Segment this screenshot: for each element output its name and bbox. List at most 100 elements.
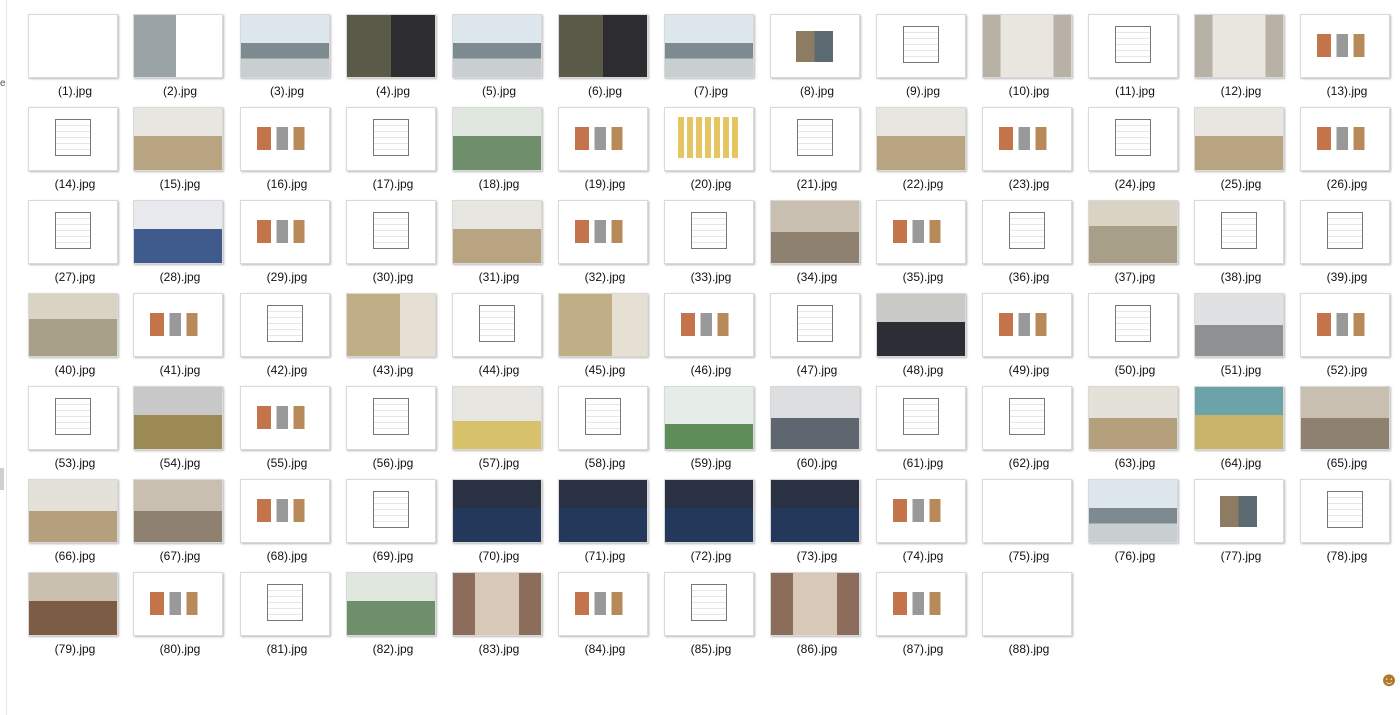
file-thumbnail[interactable] (28, 200, 118, 264)
file-thumbnail[interactable] (1300, 14, 1390, 78)
file-thumbnail[interactable] (452, 14, 542, 78)
file-name-label[interactable]: (33).jpg (658, 270, 764, 284)
file-thumbnail[interactable] (1088, 200, 1178, 264)
file-name-label[interactable]: (8).jpg (764, 84, 870, 98)
file-name-label[interactable]: (27).jpg (22, 270, 128, 284)
file-thumbnail[interactable] (558, 293, 648, 357)
file-item[interactable]: (76).jpg (1086, 479, 1190, 571)
file-thumbnail[interactable] (452, 386, 542, 450)
file-name-label[interactable]: (72).jpg (658, 549, 764, 563)
file-thumbnail[interactable] (770, 293, 860, 357)
file-item[interactable]: (8).jpg (768, 14, 872, 106)
file-thumbnail[interactable] (876, 479, 966, 543)
file-name-label[interactable]: (11).jpg (1082, 84, 1188, 98)
file-item[interactable]: (66).jpg (26, 479, 130, 571)
file-thumbnail[interactable] (133, 200, 223, 264)
file-thumbnail[interactable] (1300, 107, 1390, 171)
file-name-label[interactable]: (65).jpg (1294, 456, 1400, 470)
file-item[interactable]: (47).jpg (768, 293, 872, 385)
file-item[interactable]: (50).jpg (1086, 293, 1190, 385)
file-name-label[interactable]: (88).jpg (976, 642, 1082, 656)
file-item[interactable]: (68).jpg (238, 479, 342, 571)
file-thumbnail[interactable] (770, 14, 860, 78)
file-thumbnail[interactable] (1300, 293, 1390, 357)
file-item[interactable]: (35).jpg (874, 200, 978, 292)
file-item[interactable]: (59).jpg (662, 386, 766, 478)
file-thumbnail[interactable] (558, 479, 648, 543)
file-thumbnail[interactable] (770, 200, 860, 264)
file-name-label[interactable]: (2).jpg (127, 84, 233, 98)
file-name-label[interactable]: (6).jpg (552, 84, 658, 98)
file-name-label[interactable]: (55).jpg (234, 456, 340, 470)
file-item[interactable]: (3).jpg (238, 14, 342, 106)
file-name-label[interactable]: (79).jpg (22, 642, 128, 656)
file-thumbnail[interactable] (558, 572, 648, 636)
file-item[interactable]: (64).jpg (1192, 386, 1296, 478)
file-thumbnail[interactable] (28, 572, 118, 636)
file-name-label[interactable]: (22).jpg (870, 177, 976, 191)
file-thumbnail[interactable] (982, 479, 1072, 543)
file-name-label[interactable]: (30).jpg (340, 270, 446, 284)
file-thumbnail[interactable] (664, 107, 754, 171)
file-name-label[interactable]: (74).jpg (870, 549, 976, 563)
file-name-label[interactable]: (76).jpg (1082, 549, 1188, 563)
file-name-label[interactable]: (4).jpg (340, 84, 446, 98)
file-item[interactable]: (87).jpg (874, 572, 978, 664)
file-item[interactable]: (74).jpg (874, 479, 978, 571)
file-item[interactable]: (42).jpg (238, 293, 342, 385)
file-thumbnail[interactable] (664, 386, 754, 450)
file-item[interactable]: (36).jpg (980, 200, 1084, 292)
file-name-label[interactable]: (45).jpg (552, 363, 658, 377)
file-name-label[interactable]: (17).jpg (340, 177, 446, 191)
file-item[interactable]: (72).jpg (662, 479, 766, 571)
file-item[interactable]: (11).jpg (1086, 14, 1190, 106)
file-thumbnail[interactable] (346, 200, 436, 264)
file-name-label[interactable]: (41).jpg (127, 363, 233, 377)
file-item[interactable]: (29).jpg (238, 200, 342, 292)
file-name-label[interactable]: (42).jpg (234, 363, 340, 377)
file-name-label[interactable]: (83).jpg (446, 642, 552, 656)
file-name-label[interactable]: (16).jpg (234, 177, 340, 191)
file-name-label[interactable]: (56).jpg (340, 456, 446, 470)
file-thumbnail[interactable] (240, 386, 330, 450)
file-item[interactable]: (34).jpg (768, 200, 872, 292)
file-name-label[interactable]: (50).jpg (1082, 363, 1188, 377)
file-thumbnail[interactable] (28, 479, 118, 543)
file-thumbnail[interactable] (876, 293, 966, 357)
file-name-label[interactable]: (23).jpg (976, 177, 1082, 191)
file-name-label[interactable]: (36).jpg (976, 270, 1082, 284)
file-item[interactable]: (77).jpg (1192, 479, 1296, 571)
file-name-label[interactable]: (80).jpg (127, 642, 233, 656)
file-thumbnail[interactable] (1194, 107, 1284, 171)
file-name-label[interactable]: (53).jpg (22, 456, 128, 470)
file-item[interactable]: (20).jpg (662, 107, 766, 199)
file-item[interactable]: (81).jpg (238, 572, 342, 664)
file-name-label[interactable]: (3).jpg (234, 84, 340, 98)
file-item[interactable]: (46).jpg (662, 293, 766, 385)
file-name-label[interactable]: (84).jpg (552, 642, 658, 656)
file-name-label[interactable]: (77).jpg (1188, 549, 1294, 563)
file-item[interactable]: (69).jpg (344, 479, 448, 571)
file-name-label[interactable]: (69).jpg (340, 549, 446, 563)
file-name-label[interactable]: (43).jpg (340, 363, 446, 377)
file-name-label[interactable]: (20).jpg (658, 177, 764, 191)
file-item[interactable]: (12).jpg (1192, 14, 1296, 106)
file-item[interactable]: (41).jpg (131, 293, 235, 385)
file-name-label[interactable]: (64).jpg (1188, 456, 1294, 470)
file-name-label[interactable]: (1).jpg (22, 84, 128, 98)
file-thumbnail[interactable] (664, 14, 754, 78)
file-name-label[interactable]: (18).jpg (446, 177, 552, 191)
file-thumbnail[interactable] (558, 386, 648, 450)
file-item[interactable]: (57).jpg (450, 386, 554, 478)
file-thumbnail[interactable] (240, 107, 330, 171)
file-item[interactable]: (2).jpg (131, 14, 235, 106)
file-item[interactable]: (1).jpg (26, 14, 130, 106)
file-item[interactable]: (48).jpg (874, 293, 978, 385)
file-thumbnail[interactable] (664, 200, 754, 264)
file-name-label[interactable]: (73).jpg (764, 549, 870, 563)
file-thumbnail[interactable] (346, 479, 436, 543)
file-item[interactable]: (21).jpg (768, 107, 872, 199)
file-name-label[interactable]: (59).jpg (658, 456, 764, 470)
file-item[interactable]: (7).jpg (662, 14, 766, 106)
file-item[interactable]: (27).jpg (26, 200, 130, 292)
